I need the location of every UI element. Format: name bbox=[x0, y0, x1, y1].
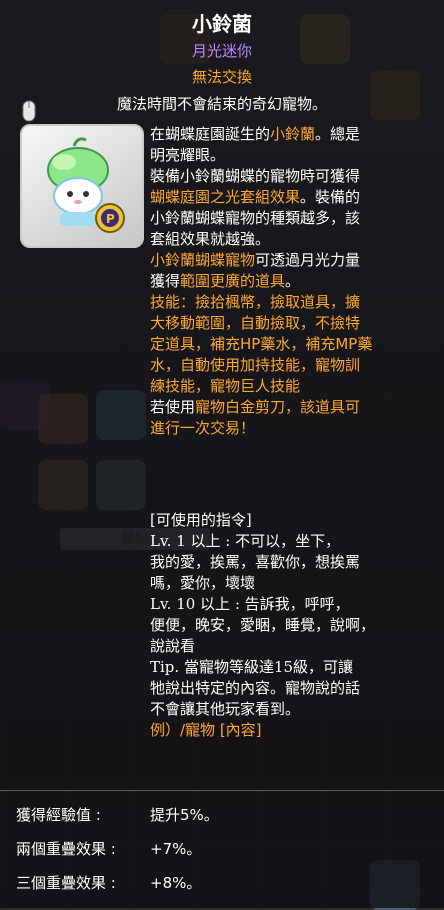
desc-text: 。裝備的 bbox=[300, 188, 361, 206]
item-subtitle: 月光迷你 bbox=[191, 42, 252, 60]
tooltip-divider bbox=[0, 790, 444, 791]
stat-row: 兩個重疊效果 : +7%。 bbox=[16, 834, 436, 868]
desc-text: 明亮耀眼。 bbox=[150, 146, 226, 164]
commands-header: [可使用的指令] bbox=[150, 511, 252, 529]
stat-row: 三個重疊效果 : +8%。 bbox=[16, 868, 436, 902]
tip-line: 不會讓其他玩家看到。 bbox=[150, 700, 301, 718]
mouse-cursor-icon bbox=[22, 100, 36, 122]
pet-commands: [可使用的指令] Lv. 1 以上 : 不可以，坐下， 我的愛，挨罵，喜歡你，想… bbox=[150, 510, 436, 741]
skills-text: 大移動範圍，自動撿取，不撿特 bbox=[150, 314, 361, 332]
stat-row: 獲得經驗值 : 提升5%。 bbox=[16, 800, 436, 834]
item-name: 小鈴菌 bbox=[192, 12, 252, 36]
svg-text:P: P bbox=[106, 212, 115, 226]
skills-text: 練技能，寵物巨人技能 bbox=[150, 377, 301, 395]
desc-text: 套組效果就越強。 bbox=[150, 230, 271, 248]
item-description: 在蝴蝶庭園誕生的小鈴蘭。總是 明亮耀眼。 裝備小鈴蘭蝴蝶的寵物時可獲得 蝴蝶庭園… bbox=[150, 124, 430, 439]
desc-text: 小鈴蘭蝴蝶寵物的種類越多，該 bbox=[150, 209, 361, 227]
desc-text: 若使用 bbox=[150, 398, 196, 416]
pet-set-stats: 獲得經驗值 : 提升5%。 兩個重疊效果 : +7%。 三個重疊效果 : +8%… bbox=[16, 800, 436, 902]
desc-text: 可透過月光力量 bbox=[255, 251, 361, 269]
desc-text: 裝備小鈴蘭蝴蝶的寵物時可獲得 bbox=[150, 167, 361, 185]
desc-text: 。總是 bbox=[315, 125, 361, 143]
command-line: 說說看 bbox=[150, 637, 196, 655]
desc-highlight: 小鈴蘭 bbox=[270, 125, 316, 143]
pet-mushroom-illustration: P bbox=[47, 137, 125, 233]
skills-text: 水，自動使用加持技能，寵物訓 bbox=[150, 356, 361, 374]
skills-text: 定道具，補充HP藥水，補充MP藥 bbox=[150, 335, 373, 353]
tip-line: 牠說出特定的內容。寵物說的話 bbox=[150, 679, 361, 697]
command-line: Lv. 1 以上 : 不可以，坐下， bbox=[150, 532, 341, 550]
desc-highlight: 進行一次交易！ bbox=[150, 419, 256, 437]
stat-label: 三個重疊效果 : bbox=[16, 874, 116, 892]
desc-highlight: 範圍更廣的道具 bbox=[180, 272, 286, 290]
command-line: 便便，晚安，愛睏，睡覺，說啊， bbox=[150, 616, 376, 634]
stat-label: 兩個重疊效果 : bbox=[16, 840, 116, 858]
command-example: 例）/寵物 [內容] bbox=[150, 721, 262, 739]
command-line: 嗎，愛你，壞壞 bbox=[150, 574, 256, 592]
pet-mushroom-icon: P bbox=[20, 124, 144, 248]
desc-text: 。 bbox=[285, 272, 301, 290]
command-line: Lv. 10 以上 : 告訴我，呼呼， bbox=[150, 595, 350, 613]
stat-value: 提升5%。 bbox=[150, 806, 219, 824]
desc-text: 在蝴蝶庭園誕生的 bbox=[150, 125, 271, 143]
desc-highlight: 寵物白金剪刀，該道具可 bbox=[195, 398, 361, 416]
tradability-label: 無法交換 bbox=[191, 68, 252, 86]
command-line: 我的愛，挨罵，喜歡你，想挨罵 bbox=[150, 553, 361, 571]
item-tooltip: 小鈴菌 月光迷你 無法交換 魔法時間不會結束的奇幻寵物。 P 在蝴蝶庭園誕生的小… bbox=[0, 0, 444, 908]
desc-highlight: 蝴蝶庭園之光套組效果 bbox=[150, 188, 301, 206]
desc-highlight: 小鈴蘭蝴蝶寵物 bbox=[150, 251, 256, 269]
stat-label: 獲得經驗值 : bbox=[16, 806, 101, 824]
item-tagline: 魔法時間不會結束的奇幻寵物。 bbox=[116, 95, 327, 113]
stat-value: +7%。 bbox=[150, 840, 202, 858]
skills-text: 技能：撿拾楓幣，撿取道具，擴 bbox=[150, 293, 361, 311]
tip-line: Tip. 當寵物等級達15級，可讓 bbox=[150, 658, 354, 676]
stat-value: +8%。 bbox=[150, 874, 202, 892]
desc-text: 獲得 bbox=[150, 272, 181, 290]
